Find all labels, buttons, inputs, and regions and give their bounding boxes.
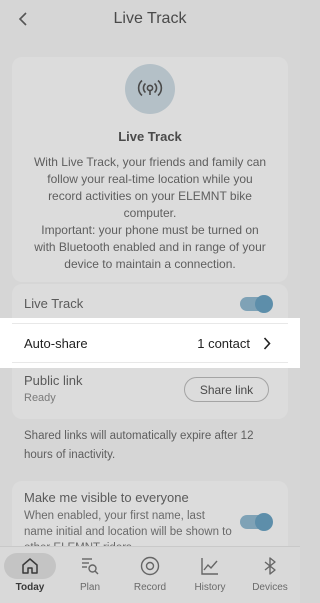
auto-share-highlight: Auto-share 1 contact <box>0 318 300 368</box>
record-icon <box>139 555 161 577</box>
chevron-right-icon <box>260 335 274 351</box>
nav-devices[interactable]: Devices <box>240 547 300 603</box>
nav-label: Today <box>15 582 45 593</box>
card-title: Live Track <box>118 129 182 144</box>
top-bar: Live Track <box>0 0 300 40</box>
link-expiry-note: Shared links will automatically expire a… <box>24 430 254 461</box>
live-track-toggle[interactable] <box>240 295 273 313</box>
live-track-icon <box>125 64 175 114</box>
visibility-description: When enabled, your first name, last name… <box>24 510 232 551</box>
public-link-status: Ready <box>24 392 56 404</box>
card-description: With Live Track, your friends and family… <box>33 155 267 220</box>
nav-label: Plan <box>79 582 100 593</box>
screen: Live Track Live Track With Live Track, y… <box>0 0 300 603</box>
auto-share-label: Auto-share <box>24 336 88 351</box>
history-chart-icon <box>199 555 221 577</box>
share-link-button[interactable]: Share link <box>184 377 269 402</box>
auto-share-value: 1 contact <box>197 336 250 351</box>
nav-label: Record <box>133 582 167 593</box>
bluetooth-icon <box>259 555 281 577</box>
public-link-label: Public link <box>24 373 83 388</box>
nav-label: Devices <box>252 582 288 593</box>
page-title: Live Track <box>113 10 187 27</box>
toggle-knob <box>255 513 273 531</box>
visibility-card: Make me visible to everyone When enabled… <box>12 481 288 551</box>
nav-plan[interactable]: Plan <box>60 547 120 603</box>
nav-today[interactable]: Today <box>0 547 60 603</box>
card-important-note: Important: your phone must be turned on … <box>34 223 266 271</box>
live-track-info-card: Live Track With Live Track, your friends… <box>12 57 288 282</box>
live-track-label: Live Track <box>24 296 84 311</box>
bottom-navigation: Today Plan Record History Devices <box>0 546 300 603</box>
nav-label: History <box>194 582 226 593</box>
plan-search-icon <box>79 555 101 577</box>
visibility-toggle[interactable] <box>240 513 273 531</box>
nav-record[interactable]: Record <box>120 547 180 603</box>
auto-share-row[interactable]: Auto-share 1 contact <box>12 323 288 363</box>
home-icon <box>19 555 41 577</box>
nav-history[interactable]: History <box>180 547 240 603</box>
visibility-title: Make me visible to everyone <box>24 490 189 505</box>
toggle-knob <box>255 295 273 313</box>
